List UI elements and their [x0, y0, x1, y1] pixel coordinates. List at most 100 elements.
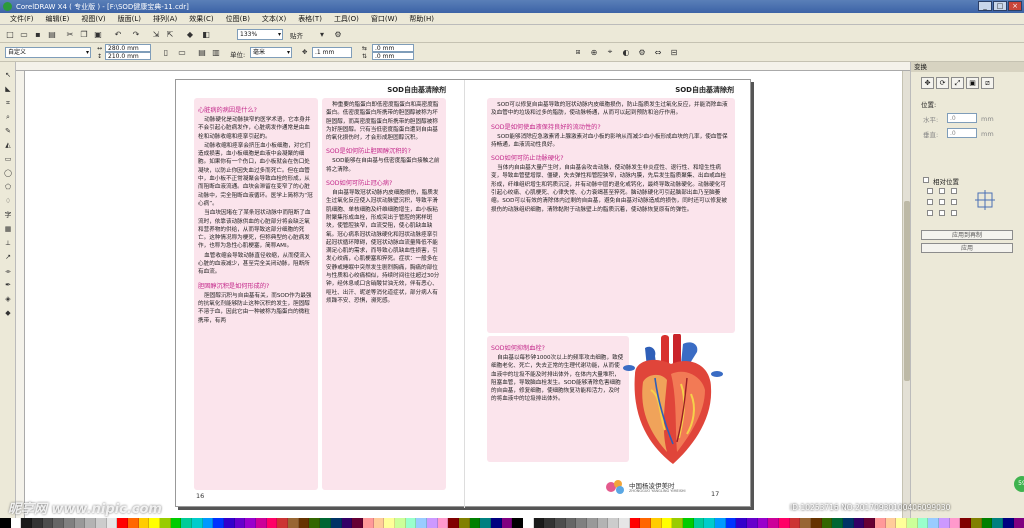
left-text-column-1[interactable]: 心脏病的病因是什么? 动脉硬化是动脉狭窄的医学术语，它本身并不会引起心脏病发作，心… — [194, 98, 318, 490]
anchor-middle-right[interactable] — [951, 199, 957, 205]
palette-swatch[interactable] — [512, 518, 523, 528]
paste-icon[interactable]: ▣ — [92, 28, 104, 40]
palette-swatch[interactable] — [234, 518, 246, 528]
palette-swatch[interactable] — [298, 518, 310, 528]
palette-swatch[interactable] — [320, 518, 331, 528]
options-icon[interactable]: ⚙ — [332, 28, 344, 40]
palette-swatch[interactable] — [640, 518, 651, 528]
new-document-icon[interactable]: □ — [4, 28, 16, 40]
palette-swatch[interactable] — [843, 518, 854, 528]
palette-swatch[interactable] — [96, 518, 107, 528]
palette-swatch[interactable] — [373, 518, 385, 528]
palette-swatch[interactable] — [21, 518, 33, 528]
palette-swatch[interactable] — [779, 518, 790, 528]
print-icon[interactable]: ▤ — [46, 28, 58, 40]
heart-anatomy-illustration[interactable] — [621, 334, 725, 470]
palette-swatch[interactable] — [971, 518, 982, 528]
smart-fill-icon[interactable]: ◭ — [3, 140, 13, 150]
scale-tab-icon[interactable]: ⤢ — [951, 77, 964, 89]
palette-swatch[interactable] — [565, 518, 577, 528]
palette-swatch[interactable] — [885, 518, 897, 528]
palette-swatch[interactable] — [490, 518, 502, 528]
menu-item-1[interactable]: 编辑(E) — [46, 14, 70, 24]
size-tab-icon[interactable]: ▣ — [966, 77, 979, 89]
palette-swatch[interactable] — [458, 518, 470, 528]
menu-item-6[interactable]: 位图(B) — [226, 14, 250, 24]
palette-swatch[interactable] — [789, 518, 801, 528]
palette-swatch[interactable] — [618, 518, 630, 528]
right-text-box-bottom[interactable]: SOD如何抑制血栓? 自由基以每秒钟1000次以上的频率攻击细胞，致使细胞老化、死… — [487, 336, 629, 462]
page-height-field[interactable]: 210.0 mm — [105, 52, 151, 60]
palette-swatch[interactable] — [341, 518, 353, 528]
palette-swatch[interactable] — [672, 518, 683, 528]
palette-swatch[interactable] — [554, 518, 566, 528]
palette-swatch[interactable] — [42, 518, 54, 528]
palette-swatch[interactable] — [53, 518, 65, 528]
palette-swatch[interactable] — [917, 518, 929, 528]
dimension-tool-icon[interactable]: ⟂ — [3, 238, 13, 248]
palette-swatch[interactable] — [277, 518, 289, 528]
palette-swatch[interactable] — [608, 518, 619, 528]
export-icon[interactable]: ⇱ — [164, 28, 176, 40]
palette-swatch[interactable] — [160, 518, 171, 528]
menu-item-5[interactable]: 效果(C) — [189, 14, 213, 24]
landscape-icon[interactable]: ▭ — [176, 46, 188, 58]
palette-swatch[interactable] — [661, 518, 673, 528]
palette-swatch[interactable] — [949, 518, 961, 528]
palette-swatch[interactable] — [693, 518, 705, 528]
page-width-field[interactable]: 280.0 mm — [105, 44, 151, 52]
palette-swatch[interactable] — [928, 518, 940, 528]
palette-swatch[interactable] — [768, 518, 780, 528]
apply-to-duplicate-button[interactable]: 应用到再制 — [921, 230, 1013, 240]
page-preset-select[interactable]: 自定义 ▾ — [5, 47, 91, 58]
portrait-icon[interactable]: ▯ — [160, 46, 172, 58]
palette-swatch[interactable] — [448, 518, 459, 528]
palette-swatch[interactable] — [384, 518, 395, 528]
vertical-ruler[interactable] — [16, 71, 25, 518]
palette-swatch[interactable] — [213, 518, 225, 528]
save-icon[interactable]: ▪ — [32, 28, 44, 40]
import-icon[interactable]: ⇲ — [150, 28, 162, 40]
palette-swatch[interactable] — [747, 518, 758, 528]
palette-swatch[interactable] — [416, 518, 427, 528]
close-button[interactable]: × — [1008, 1, 1022, 11]
zoom-tool-icon[interactable]: ⌕ — [3, 112, 13, 122]
palette-swatch[interactable] — [586, 518, 598, 528]
dynamic-guides-icon[interactable]: ⌖ — [604, 46, 616, 58]
palette-swatch[interactable] — [960, 518, 972, 528]
basic-shapes-icon[interactable]: ♢ — [3, 196, 13, 206]
palette-swatch[interactable] — [437, 518, 449, 528]
palette-swatch[interactable] — [522, 518, 534, 528]
cut-icon[interactable]: ✂ — [64, 28, 76, 40]
palette-swatch[interactable] — [907, 518, 918, 528]
fill-tool-icon[interactable]: ◈ — [3, 294, 13, 304]
position-tab-icon[interactable]: ✥ — [921, 77, 934, 89]
palette-swatch[interactable] — [117, 518, 129, 528]
palette-swatch[interactable] — [288, 518, 299, 528]
palette-swatch[interactable] — [875, 518, 886, 528]
horizontal-position-field[interactable]: .0 — [947, 113, 977, 123]
menu-item-8[interactable]: 表格(T) — [298, 14, 322, 24]
anchor-bottom-left[interactable] — [927, 210, 933, 216]
interactive-fill-icon[interactable]: ◆ — [3, 308, 13, 318]
eyedropper-tool-icon[interactable]: ⌯ — [3, 266, 13, 276]
options-icon[interactable]: ⚙ — [636, 46, 648, 58]
palette-swatch[interactable] — [0, 518, 11, 528]
menu-item-7[interactable]: 文本(X) — [262, 14, 286, 24]
crop-tool-icon[interactable]: ⌗ — [3, 98, 13, 108]
ellipse-tool-icon[interactable]: ◯ — [3, 168, 13, 178]
duplicate-distance-x-field[interactable]: .0 mm — [372, 44, 414, 52]
corner-badge-icon[interactable]: 59 — [1014, 476, 1024, 492]
text-tool-icon[interactable]: 字 — [3, 210, 13, 220]
palette-swatch[interactable] — [757, 518, 769, 528]
outline-tool-icon[interactable]: ✒ — [3, 280, 13, 290]
rotate-tab-icon[interactable]: ⟳ — [936, 77, 949, 89]
copy-icon[interactable]: ❐ — [78, 28, 90, 40]
palette-swatch[interactable] — [394, 518, 406, 528]
shape-tool-icon[interactable]: ◣ — [3, 84, 13, 94]
color-palette[interactable] — [0, 518, 1024, 528]
palette-swatch[interactable] — [896, 518, 908, 528]
palette-swatch[interactable] — [106, 518, 118, 528]
snap-dropdown-icon[interactable]: ▾ — [316, 28, 328, 40]
palette-swatch[interactable] — [725, 518, 737, 528]
